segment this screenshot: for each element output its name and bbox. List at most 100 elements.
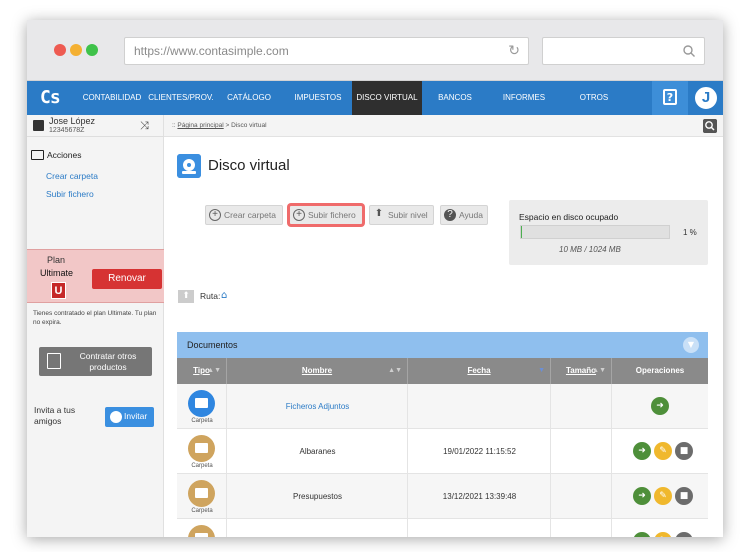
folder-icon [31, 150, 44, 160]
invite-button[interactable]: Invitar [105, 407, 154, 427]
search-icon [683, 45, 695, 57]
folder-icon[interactable] [188, 390, 215, 417]
user-row: Jose López 12345678Z ⤨ [27, 115, 164, 137]
page-search-icon[interactable] [703, 119, 717, 133]
folder-icon[interactable] [188, 480, 215, 507]
nav-item-catalogo[interactable]: CATÁLOGO [217, 81, 281, 115]
table-row[interactable]: Carpeta Llibres de registre 04/03/2020 1… [177, 519, 708, 537]
sort-icon: ▲▼ [388, 367, 402, 374]
folder-icon[interactable] [188, 525, 215, 537]
name-cell: Llibres de registre [227, 519, 408, 537]
reload-icon[interactable]: ↻ [508, 43, 520, 59]
breadcrumb-separator: > [223, 122, 232, 129]
open-arrow-icon[interactable]: ➜ [633, 532, 651, 537]
nav-item-contabilidad[interactable]: CONTABILIDAD [77, 81, 147, 115]
sidebar: Jose López 12345678Z ⤨ Acciones Crear ca… [27, 115, 164, 537]
home-icon[interactable]: ⌂ [221, 290, 232, 301]
edit-pencil-icon[interactable]: ✎ [654, 442, 672, 460]
user-card-icon [33, 120, 44, 131]
create-folder-button[interactable]: + Crear carpeta [205, 205, 283, 225]
sidebar-upload-file-link[interactable]: Subir fichero [46, 189, 94, 199]
help-page-button[interactable]: ? Ayuda [440, 205, 488, 225]
plan-label: Plan [47, 255, 66, 265]
table-row[interactable]: Carpeta Albaranes 19/01/2022 11:15:52 ➜ ✎… [177, 429, 708, 474]
renew-button[interactable]: Renovar [92, 269, 162, 289]
breadcrumb-home-link[interactable]: Página principal [177, 122, 223, 129]
browser-search-input[interactable] [542, 37, 705, 65]
chevron-down-icon[interactable]: ▼ [683, 337, 699, 353]
breadcrumb-bar: :: Página principal > Disco virtual [164, 115, 723, 137]
type-cell: Carpeta [177, 474, 227, 519]
help-button[interactable]: ? [652, 81, 688, 115]
delete-trash-icon[interactable]: ■ [675, 532, 693, 537]
buy-products-button[interactable]: Contratar otros productos [39, 347, 152, 376]
up-level-button[interactable]: ⬆ Subir nivel [369, 205, 434, 225]
nav-item-bancos[interactable]: BANCOS [425, 81, 485, 115]
nav-item-clientes[interactable]: CLIENTES/PROV. [147, 81, 215, 115]
column-name[interactable]: Nombre ▲▼ [227, 358, 408, 384]
column-type[interactable]: Tipo ▲▼ [177, 358, 227, 384]
breadcrumb-current: Disco virtual [231, 122, 267, 129]
plus-circle-icon: + [209, 209, 221, 221]
address-bar[interactable]: https://www.contasimple.com ↻ [124, 37, 529, 65]
maximize-window-button[interactable] [86, 44, 98, 56]
page-title: Disco virtual [208, 157, 290, 174]
delete-trash-icon[interactable]: ■ [675, 487, 693, 505]
create-folder-label: Crear carpeta [224, 210, 276, 220]
type-cell: Carpeta [177, 519, 227, 537]
upload-file-button[interactable]: + Subir fichero [289, 205, 363, 225]
actions-title: Acciones [47, 150, 82, 160]
delete-trash-icon[interactable]: ■ [675, 442, 693, 460]
table-row[interactable]: Carpeta Ficheros Adjuntos ➜ [177, 384, 708, 429]
open-arrow-icon[interactable]: ➜ [651, 397, 669, 415]
folder-icon[interactable] [188, 435, 215, 462]
sort-icon: ▲▼ [592, 367, 606, 374]
plan-box: Plan Ultimate U Renovar [27, 249, 164, 303]
disk-usage-percent: 1 % [683, 228, 697, 237]
main-content: :: Página principal > Disco virtual Disc… [164, 115, 723, 537]
help-icon: ? [663, 89, 677, 105]
minimize-window-button[interactable] [70, 44, 82, 56]
invite-label: Invitar [124, 411, 148, 421]
user-avatar[interactable]: J [693, 85, 719, 111]
user-id: 12345678Z [49, 127, 85, 134]
name-cell: Albaranes [227, 429, 408, 474]
column-size[interactable]: Tamaño ▲▼ [551, 358, 612, 384]
file-date: 13/12/2021 13:39:48 [442, 492, 517, 501]
edit-pencil-icon[interactable]: ✎ [654, 532, 672, 537]
nav-item-disco-virtual[interactable]: DISCO VIRTUAL [352, 81, 422, 115]
disk-usage-fill [521, 226, 523, 238]
column-date[interactable]: Fecha ▼ [408, 358, 551, 384]
sort-icon: ▲▼ [207, 367, 221, 374]
documents-header: Documentos ▼ [177, 332, 708, 358]
sidebar-create-folder-link[interactable]: Crear carpeta [46, 171, 98, 181]
operations-cell: ➜✎■ [612, 519, 708, 537]
nav-item-impuestos[interactable]: IMPUESTOS [285, 81, 351, 115]
hard-drive-icon [177, 154, 201, 178]
app-logo[interactable]: Cs [40, 87, 61, 108]
browser-window: https://www.contasimple.com ↻ Cs CONTABI… [27, 20, 723, 537]
operations-cell: ➜ [612, 384, 708, 429]
question-icon: ? [444, 209, 456, 221]
size-cell [551, 384, 612, 429]
date-cell: 04/03/2020 15:27:47 [408, 519, 551, 537]
nav-item-otros[interactable]: OTROS [563, 81, 625, 115]
close-window-button[interactable] [54, 44, 66, 56]
open-arrow-icon[interactable]: ➜ [633, 487, 651, 505]
table-row[interactable]: Carpeta Presupuestos 13/12/2021 13:39:48… [177, 474, 708, 519]
browser-chrome: https://www.contasimple.com ↻ [27, 20, 723, 81]
buy-products-label: Contratar otros productos [79, 351, 137, 372]
user-name: Jose López [49, 116, 96, 126]
nav-item-informes[interactable]: INFORMES [492, 81, 556, 115]
column-operations: Operaciones [612, 358, 708, 384]
type-cell: Carpeta [177, 384, 227, 429]
open-arrow-icon[interactable]: ➜ [633, 442, 651, 460]
arrow-up-icon: ⬆ [374, 208, 384, 219]
edit-pencil-icon[interactable]: ✎ [654, 487, 672, 505]
column-date-label: Fecha [467, 366, 491, 375]
file-name[interactable]: Ficheros Adjuntos [227, 402, 408, 411]
top-nav: Cs CONTABILIDAD CLIENTES/PROV. CATÁLOGO … [27, 81, 723, 115]
operations-cell: ➜✎■ [612, 474, 708, 519]
path-up-icon[interactable]: ⬆ [178, 290, 194, 303]
switch-company-icon[interactable]: ⤨ [140, 119, 149, 133]
